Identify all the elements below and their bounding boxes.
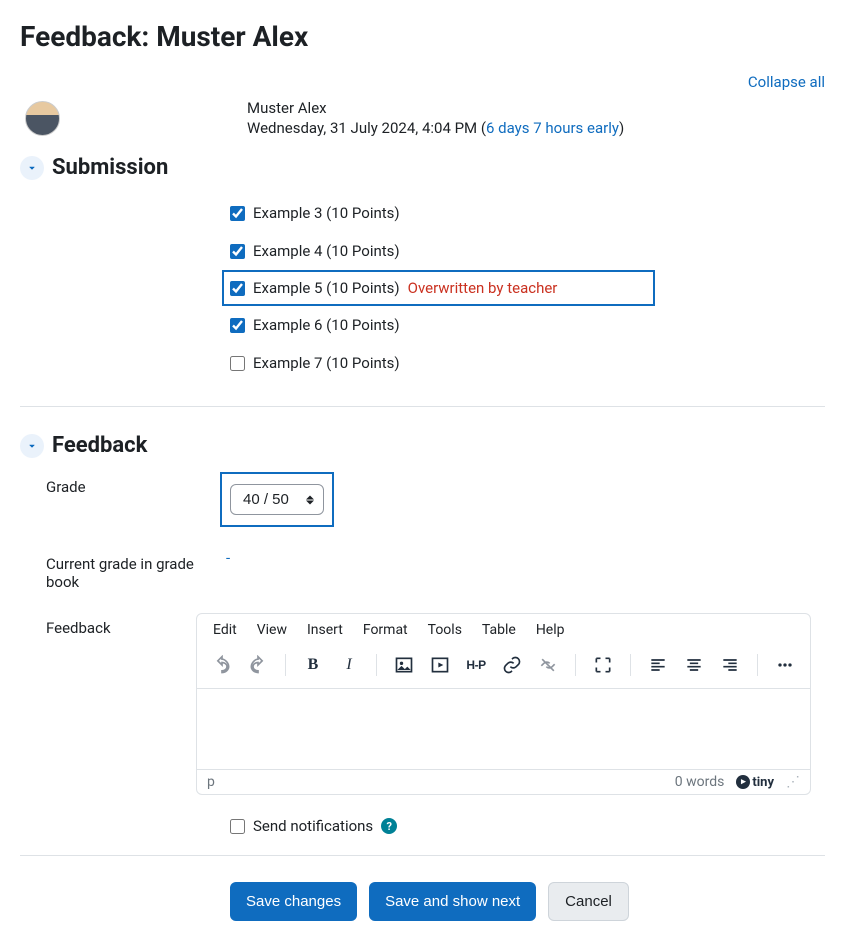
unlink-icon[interactable] bbox=[533, 650, 563, 680]
submission-checkbox[interactable] bbox=[230, 206, 245, 221]
align-center-icon[interactable] bbox=[679, 650, 709, 680]
submission-item: Example 6 (10 Points) bbox=[230, 306, 825, 344]
separator bbox=[575, 654, 576, 676]
separator bbox=[285, 654, 286, 676]
editor-menu-edit[interactable]: Edit bbox=[213, 622, 237, 638]
italic-icon[interactable]: I bbox=[334, 650, 364, 680]
editor-menu-tools[interactable]: Tools bbox=[428, 622, 462, 638]
chevron-down-icon bbox=[20, 434, 44, 458]
collapse-all-link[interactable]: Collapse all bbox=[748, 73, 825, 91]
cancel-button[interactable]: Cancel bbox=[548, 882, 629, 921]
editor-menu-help[interactable]: Help bbox=[536, 622, 565, 638]
divider bbox=[20, 406, 825, 407]
submission-item-label: Example 4 (10 Points) bbox=[253, 242, 400, 260]
submission-item-label: Example 3 (10 Points) bbox=[253, 204, 400, 222]
help-icon[interactable]: ? bbox=[381, 818, 397, 834]
submission-item-label: Example 6 (10 Points) bbox=[253, 316, 400, 334]
overwritten-badge: Overwritten by teacher bbox=[408, 279, 558, 297]
undo-icon[interactable] bbox=[207, 650, 237, 680]
fullscreen-icon[interactable] bbox=[588, 650, 618, 680]
submission-title: Submission bbox=[52, 155, 168, 180]
word-count: 0 words bbox=[675, 774, 725, 790]
submission-item: Example 7 (10 Points) bbox=[230, 344, 825, 382]
editor-body[interactable] bbox=[197, 689, 810, 769]
editor-menubar: Edit View Insert Format Tools Table Help bbox=[197, 614, 810, 646]
send-notifications-checkbox[interactable] bbox=[230, 819, 245, 834]
submission-item: Example 3 (10 Points) bbox=[230, 194, 825, 232]
submission-checkbox[interactable] bbox=[230, 356, 245, 371]
align-left-icon[interactable] bbox=[643, 650, 673, 680]
feedback-editor: Edit View Insert Format Tools Table Help B I H… bbox=[196, 613, 811, 795]
editor-path: p bbox=[207, 774, 215, 790]
separator bbox=[757, 654, 758, 676]
separator bbox=[630, 654, 631, 676]
submission-checkbox[interactable] bbox=[230, 281, 245, 296]
save-next-button[interactable]: Save and show next bbox=[369, 882, 536, 921]
h5p-icon[interactable]: H-P bbox=[461, 650, 491, 680]
submission-item-label: Example 7 (10 Points) bbox=[253, 354, 400, 372]
tiny-logo: ▸tiny bbox=[736, 775, 774, 790]
early-link[interactable]: 6 days 7 hours early bbox=[486, 119, 619, 137]
editor-toolbar: B I H-P bbox=[197, 646, 810, 689]
save-button[interactable]: Save changes bbox=[230, 882, 357, 921]
grade-label: Grade bbox=[20, 472, 220, 496]
bold-icon[interactable]: B bbox=[298, 650, 328, 680]
submission-date: Wednesday, 31 July 2024, 4:04 PM (6 days… bbox=[247, 119, 624, 137]
feedback-title: Feedback bbox=[52, 433, 147, 458]
submission-item: Example 4 (10 Points) bbox=[230, 232, 825, 270]
current-grade-label: Current grade in grade book bbox=[20, 549, 220, 591]
submission-checkbox[interactable] bbox=[230, 318, 245, 333]
divider bbox=[20, 855, 825, 856]
media-icon[interactable] bbox=[425, 650, 455, 680]
submission-list: Example 3 (10 Points) Example 4 (10 Point… bbox=[230, 194, 825, 382]
editor-menu-insert[interactable]: Insert bbox=[307, 622, 343, 638]
resize-handle-icon[interactable]: ⋰ bbox=[786, 774, 800, 790]
send-notifications-label: Send notifications bbox=[253, 817, 373, 835]
feedback-label: Feedback bbox=[20, 613, 196, 637]
avatar bbox=[25, 101, 60, 136]
grade-select[interactable]: 40 / 50 bbox=[230, 484, 324, 515]
user-name: Muster Alex bbox=[247, 99, 624, 117]
separator bbox=[376, 654, 377, 676]
submission-section-header[interactable]: Submission bbox=[20, 155, 825, 180]
image-icon[interactable] bbox=[389, 650, 419, 680]
submission-item: Example 5 (10 Points) Overwritten by tea… bbox=[222, 270, 655, 306]
current-grade-value: - bbox=[220, 549, 230, 567]
page-title: Feedback: Muster Alex bbox=[20, 20, 825, 53]
editor-menu-view[interactable]: View bbox=[257, 622, 287, 638]
feedback-section-header[interactable]: Feedback bbox=[20, 433, 825, 458]
link-icon[interactable] bbox=[497, 650, 527, 680]
redo-icon[interactable] bbox=[243, 650, 273, 680]
chevron-down-icon bbox=[20, 156, 44, 180]
more-icon[interactable] bbox=[770, 650, 800, 680]
editor-menu-format[interactable]: Format bbox=[363, 622, 408, 638]
align-right-icon[interactable] bbox=[715, 650, 745, 680]
submission-checkbox[interactable] bbox=[230, 244, 245, 259]
editor-menu-table[interactable]: Table bbox=[482, 622, 516, 638]
submission-item-label: Example 5 (10 Points) bbox=[253, 279, 400, 297]
